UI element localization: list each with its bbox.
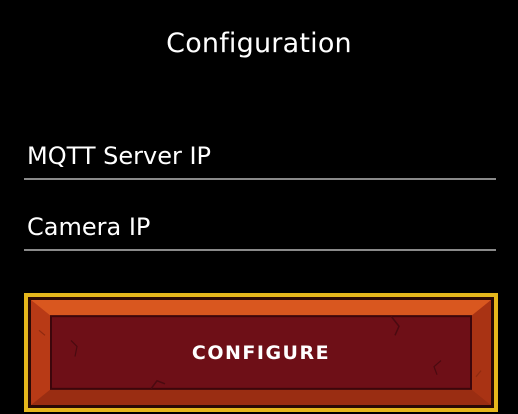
configuration-screen: Configuration MQTT Server IP Camera IP C… — [0, 0, 518, 414]
configure-button-label: CONFIGURE — [191, 341, 331, 364]
configure-button[interactable]: CONFIGURE — [24, 293, 498, 412]
camera-ip-field-container — [24, 209, 496, 251]
configure-button-bevel: CONFIGURE — [31, 300, 491, 405]
mqtt-server-ip-input[interactable] — [24, 138, 496, 178]
page-title: Configuration — [166, 28, 352, 59]
camera-ip-input[interactable] — [24, 209, 496, 249]
mqtt-server-ip-field-container — [24, 138, 496, 180]
